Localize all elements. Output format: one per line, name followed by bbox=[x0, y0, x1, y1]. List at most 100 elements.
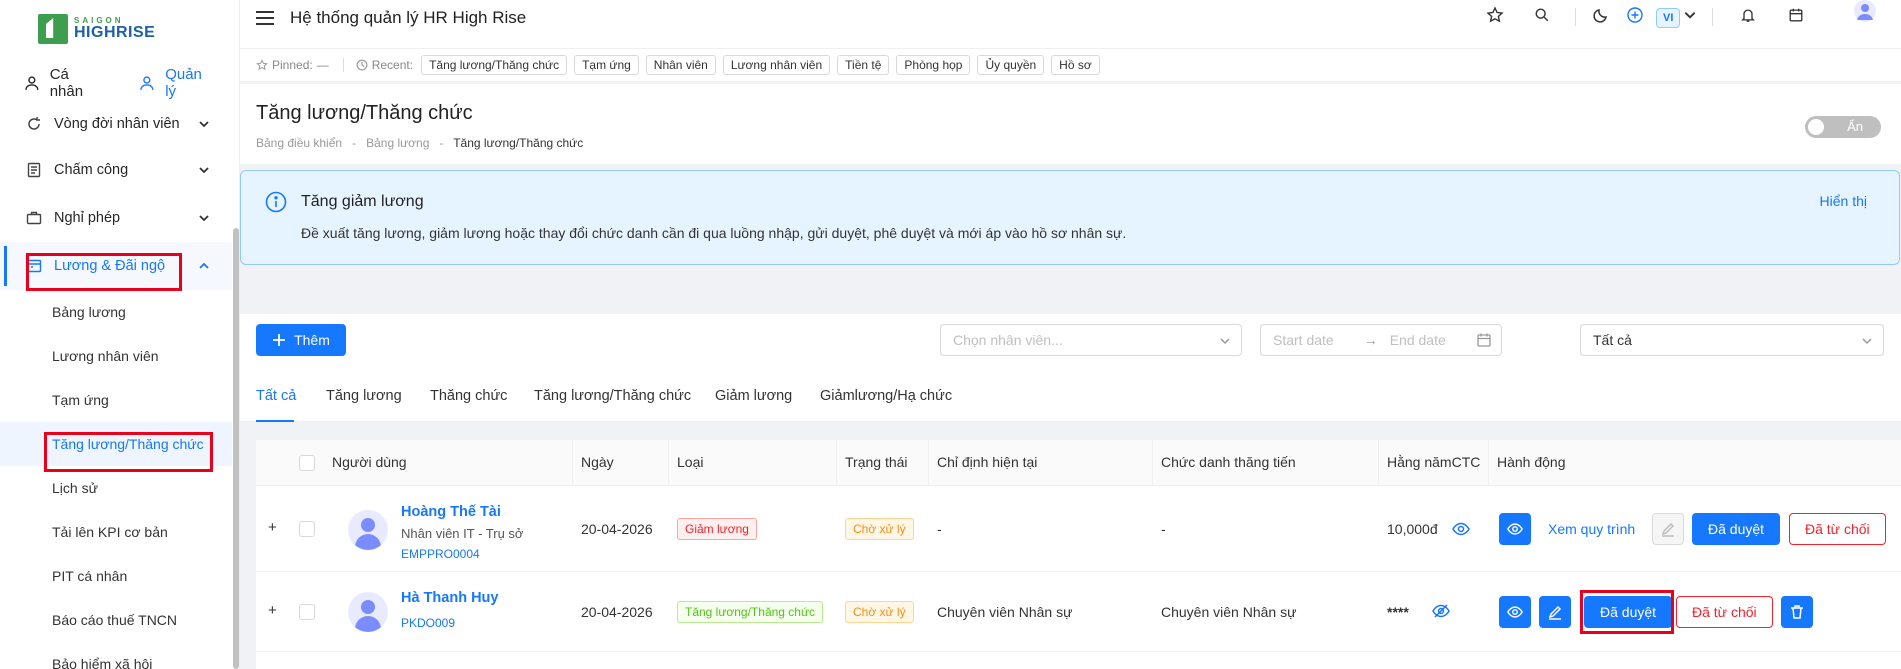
reject-button[interactable]: Đã từ chối bbox=[1789, 513, 1886, 545]
current-designation: Chuyên viên Nhân sự bbox=[937, 604, 1073, 620]
recent-chip[interactable]: Lương nhân viên bbox=[722, 55, 831, 75]
employee-select[interactable]: Chọn nhân viên... bbox=[940, 324, 1242, 356]
recent-chip[interactable]: Nhân viên bbox=[645, 55, 716, 75]
start-date-input[interactable]: Start date bbox=[1273, 332, 1334, 348]
tab-raise[interactable]: Tăng lương bbox=[326, 388, 402, 404]
breadcrumb-item[interactable]: Bảng lương bbox=[366, 136, 429, 150]
lifecycle-icon bbox=[28, 117, 40, 130]
sidebar-item-payroll[interactable]: Bảng lương bbox=[0, 290, 232, 334]
employee-code-link[interactable]: PKDO009 bbox=[401, 616, 455, 630]
employee-name-link[interactable]: Hoàng Thế Tài bbox=[401, 504, 501, 520]
sidebar-group-lifecycle[interactable]: Vòng đời nhân viên bbox=[0, 102, 232, 146]
employee-name-link[interactable]: Hà Thanh Huy bbox=[401, 590, 498, 606]
bell-icon[interactable] bbox=[1740, 6, 1756, 24]
app-title: Hệ thống quản lý HR High Rise bbox=[290, 8, 527, 27]
end-date-input[interactable]: End date bbox=[1390, 332, 1446, 348]
view-button[interactable] bbox=[1499, 596, 1531, 628]
sidebar-group-leave[interactable]: Nghỉ phép bbox=[0, 194, 232, 242]
recent-chip[interactable]: Ủy quyền bbox=[977, 55, 1045, 75]
role-tabs: Cá nhân Quản lý bbox=[0, 62, 239, 104]
role-tab-personal[interactable]: Cá nhân bbox=[0, 62, 129, 104]
menu-toggle-icon[interactable] bbox=[256, 11, 274, 25]
sidebar-scrollbar[interactable] bbox=[233, 228, 239, 669]
tab-promotion[interactable]: Thăng chức bbox=[430, 388, 507, 404]
sidebar-item-pit[interactable]: PIT cá nhân bbox=[0, 554, 232, 598]
sidebar-item-pit-report[interactable]: Báo cáo thuế TNCN bbox=[0, 598, 232, 642]
current-designation: - bbox=[937, 521, 942, 537]
eye-icon bbox=[1507, 606, 1523, 618]
status-select[interactable]: Tất cả bbox=[1580, 324, 1884, 356]
add-circle-icon[interactable] bbox=[1626, 6, 1644, 24]
hide-toggle[interactable]: Ẩn bbox=[1805, 116, 1881, 138]
table-header: Người dùng Ngày Loại Trạng thái Chỉ định… bbox=[256, 440, 1901, 486]
recent-chip[interactable]: Tiền tệ bbox=[837, 55, 890, 75]
breadcrumb-current: Tăng lương/Thăng chức bbox=[453, 136, 584, 150]
recent-chip[interactable]: Hồ sơ bbox=[1051, 55, 1100, 75]
alert-title: Tăng giảm lương bbox=[301, 193, 424, 210]
language-badge[interactable]: VI bbox=[1656, 8, 1681, 28]
recent-chip[interactable]: Tăng lương/Thăng chức bbox=[421, 55, 568, 75]
role-tab-label: Cá nhân bbox=[49, 66, 84, 100]
search-icon[interactable] bbox=[1534, 6, 1550, 24]
sidebar-item-social-insurance[interactable]: Bảo hiểm xã hội bbox=[0, 642, 232, 669]
calendar-icon[interactable] bbox=[1788, 6, 1804, 24]
date-range-picker[interactable]: Start date → End date bbox=[1260, 324, 1502, 356]
info-circle-icon bbox=[265, 191, 287, 213]
add-button[interactable]: Thêm bbox=[256, 324, 346, 356]
eye-icon bbox=[1507, 523, 1523, 535]
sidebar-item-employee-salary[interactable]: Lương nhân viên bbox=[0, 334, 232, 378]
tab-decrease-demotion[interactable]: Giảmlương/Hạ chức bbox=[820, 388, 952, 404]
row-checkbox[interactable] bbox=[299, 604, 315, 620]
column-header: Người dùng bbox=[332, 454, 407, 470]
select-all-checkbox[interactable] bbox=[299, 455, 315, 471]
sidebar-item-advance[interactable]: Tạm ứng bbox=[0, 378, 232, 422]
tab-all[interactable]: Tất cả bbox=[256, 388, 296, 404]
brand-logo[interactable]: SAIGON HIGHRISE bbox=[38, 12, 178, 46]
avatar bbox=[348, 592, 388, 632]
sidebar-group-label: Vòng đời nhân viên bbox=[54, 116, 180, 132]
view-flow-link[interactable]: Xem quy trình bbox=[1548, 521, 1635, 537]
page-title: Tăng lương/Thăng chức bbox=[256, 102, 473, 124]
pinned-group: Pinned: — bbox=[256, 58, 329, 72]
eye-off-icon[interactable] bbox=[1432, 603, 1450, 619]
expand-row-icon[interactable]: + bbox=[268, 520, 280, 535]
promoted-title: - bbox=[1161, 521, 1166, 537]
role-tab-manager[interactable]: Quản lý bbox=[129, 62, 239, 104]
chevron-down-icon[interactable] bbox=[1683, 6, 1697, 24]
sidebar-item-history[interactable]: Lịch sử bbox=[0, 466, 232, 510]
reject-button[interactable]: Đã từ chối bbox=[1676, 596, 1773, 628]
edit-button[interactable] bbox=[1539, 596, 1571, 628]
divider bbox=[342, 58, 344, 72]
tab-raise-promotion[interactable]: Tăng lương/Thăng chức bbox=[534, 388, 691, 404]
approve-button[interactable]: Đã duyệt bbox=[1692, 513, 1781, 545]
star-icon[interactable] bbox=[1486, 6, 1504, 24]
recent-chip[interactable]: Phòng họp bbox=[896, 55, 971, 75]
recent-chip[interactable]: Tạm ứng bbox=[574, 55, 639, 75]
pin-icon bbox=[256, 59, 268, 71]
chevron-down-icon bbox=[1220, 338, 1230, 345]
row-checkbox[interactable] bbox=[299, 521, 315, 537]
employee-code-link[interactable]: EMPPRO0004 bbox=[401, 547, 480, 561]
table-row: + Hà Thanh Huy PKDO009 20-04-2026 Tăng l… bbox=[256, 572, 1901, 652]
role-tab-label: Quản lý bbox=[165, 66, 202, 100]
eye-icon[interactable] bbox=[1452, 521, 1470, 537]
promoted-title: Chuyên viên Nhân sự bbox=[1161, 604, 1297, 620]
sidebar-menu: Vòng đời nhân viên Chấm công Nghỉ phép L… bbox=[0, 102, 232, 669]
sidebar-item-raise-promotion[interactable]: Tăng lương/Thăng chức bbox=[0, 422, 232, 466]
pinned-label: Pinned: bbox=[272, 58, 313, 72]
breadcrumb-item[interactable]: Bảng điều khiển bbox=[256, 136, 342, 150]
delete-button[interactable] bbox=[1781, 596, 1813, 628]
avatar-icon[interactable] bbox=[1854, 0, 1876, 22]
sidebar-item-kpi-upload[interactable]: Tải lên KPI cơ bản bbox=[0, 510, 232, 554]
recent-group: Recent: bbox=[356, 58, 413, 72]
dark-mode-icon[interactable] bbox=[1592, 6, 1610, 24]
expand-row-icon[interactable]: + bbox=[268, 603, 280, 618]
tab-decrease[interactable]: Giảm lương bbox=[715, 388, 792, 404]
sidebar-group-salary[interactable]: Lương & Đãi ngộ bbox=[0, 242, 232, 290]
chevron-down-icon bbox=[199, 167, 209, 174]
view-button[interactable] bbox=[1499, 513, 1531, 545]
approve-button[interactable]: Đã duyệt bbox=[1584, 596, 1673, 628]
alert-show-link[interactable]: Hiển thị bbox=[1820, 193, 1867, 209]
sidebar-group-timesheet[interactable]: Chấm công bbox=[0, 146, 232, 194]
type-tabs: Tất cả Tăng lương Thăng chức Tăng lương/… bbox=[240, 366, 1901, 422]
